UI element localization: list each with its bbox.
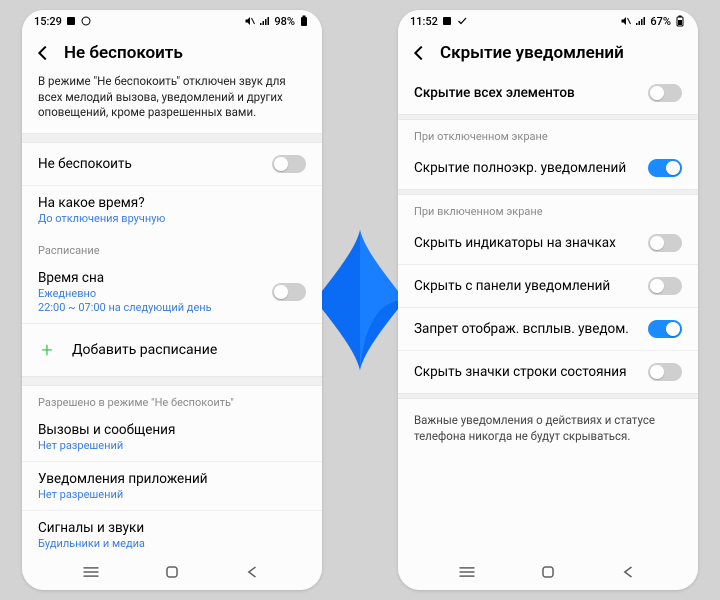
toggle-hide-all[interactable]	[648, 84, 682, 102]
clock: 11:52	[410, 15, 438, 28]
page-title: Не беспокоить	[64, 43, 183, 63]
battery-text: 98%	[274, 15, 295, 28]
row-dnd[interactable]: Не беспокоить	[22, 143, 322, 185]
section-allowed: Разрешено в режиме "Не беспокоить"	[22, 386, 322, 413]
battery-icon	[298, 15, 310, 27]
row-sub: Ежедневно	[38, 287, 272, 300]
nav-bar	[22, 556, 322, 590]
back-icon[interactable]	[408, 42, 430, 64]
page-title: Скрытие уведомлений	[440, 43, 624, 63]
row-title: Сигналы и звуки	[38, 520, 306, 536]
row-title: Скрытие полноэкр. уведомлений	[414, 160, 648, 176]
row-title: Скрыть индикаторы на значках	[414, 235, 648, 251]
nav-home[interactable]	[538, 564, 558, 580]
mute-icon	[244, 15, 256, 27]
app-icon	[441, 15, 453, 27]
toggle-popup[interactable]	[648, 320, 682, 338]
row-panel[interactable]: Скрыть с панели уведомлений	[398, 265, 698, 307]
row-title: Не беспокоить	[38, 156, 272, 172]
row-title: Время сна	[38, 270, 272, 286]
toggle-indicators[interactable]	[648, 234, 682, 252]
row-popup[interactable]: Запрет отображ. всплыв. уведом.	[398, 308, 698, 350]
battery-icon	[674, 15, 686, 27]
row-apps[interactable]: Уведомления приложений Нет разрешений	[22, 462, 322, 510]
mute-icon	[620, 15, 632, 27]
row-title: Вызовы и сообщения	[38, 422, 306, 438]
battery-text: 67%	[650, 15, 671, 28]
footer-note: Важные уведомления о действиях и статусе…	[398, 399, 698, 458]
nav-back[interactable]	[619, 564, 639, 580]
nav-bar	[398, 556, 698, 590]
toggle-panel[interactable]	[648, 277, 682, 295]
row-title: Скрыть с панели уведомлений	[414, 278, 648, 294]
row-title: Уведомления приложений	[38, 471, 306, 487]
row-hide-all[interactable]: Скрытие всех элементов	[398, 72, 698, 114]
row-sub: Нет разрешений	[38, 439, 306, 452]
nav-home[interactable]	[162, 564, 182, 580]
toggle-status-icons[interactable]	[648, 363, 682, 381]
content-area: В режиме "Не беспокоить" отключен звук д…	[22, 72, 322, 556]
row-title: Скрытие всех элементов	[414, 85, 648, 101]
row-title: Запрет отображ. всплыв. уведом.	[414, 321, 648, 337]
row-sub: До отключения вручную	[38, 212, 306, 225]
section-schedule: Расписание	[22, 234, 322, 261]
status-bar: 15:29 98%	[22, 10, 322, 32]
check-icon	[456, 15, 468, 27]
sync-icon	[80, 15, 92, 27]
nav-back[interactable]	[243, 564, 263, 580]
row-sub2: 22:00 ~ 07:00 на следующий день	[38, 301, 272, 314]
row-sub: Будильники и медиа	[38, 537, 306, 550]
row-sleep[interactable]: Время сна Ежедневно 22:00 ~ 07:00 на сле…	[22, 261, 322, 323]
row-calls[interactable]: Вызовы и сообщения Нет разрешений	[22, 413, 322, 461]
phone-left: 15:29 98% Не беспокоить В режиме "Не бес…	[22, 10, 322, 590]
row-indicators[interactable]: Скрыть индикаторы на значках	[398, 222, 698, 264]
signal-icon	[259, 15, 271, 27]
row-signals[interactable]: Сигналы и звуки Будильники и медиа	[22, 511, 322, 556]
section-screen-off: При отключенном экране	[398, 120, 698, 147]
toggle-fullscreen[interactable]	[648, 159, 682, 177]
clock: 15:29	[34, 15, 62, 28]
toggle-dnd[interactable]	[272, 155, 306, 173]
row-status-icons[interactable]: Скрыть значки строки состояния	[398, 351, 698, 393]
nav-recents[interactable]	[81, 564, 101, 580]
nav-recents[interactable]	[457, 564, 477, 580]
row-title: На какое время?	[38, 195, 306, 211]
signal-icon	[635, 15, 647, 27]
page-header: Скрытие уведомлений	[398, 32, 698, 72]
page-description: В режиме "Не беспокоить" отключен звук д…	[22, 72, 322, 133]
row-title: Скрыть значки строки состояния	[414, 364, 648, 380]
row-until[interactable]: На какое время? До отключения вручную	[22, 186, 322, 234]
add-label: Добавить расписание	[72, 342, 217, 358]
back-icon[interactable]	[32, 42, 54, 64]
row-fullscreen[interactable]: Скрытие полноэкр. уведомлений	[398, 147, 698, 189]
app-icon	[65, 15, 77, 27]
row-add-schedule[interactable]: + Добавить расписание	[22, 324, 322, 376]
plus-icon: +	[38, 338, 56, 362]
phone-right: 11:52 67% Скрытие уведомлений Скрытие вс…	[398, 10, 698, 590]
row-sub: Нет разрешений	[38, 488, 306, 501]
section-screen-on: При включенном экране	[398, 195, 698, 222]
content-area: Скрытие всех элементов При отключенном э…	[398, 72, 698, 556]
toggle-sleep[interactable]	[272, 283, 306, 301]
page-header: Не беспокоить	[22, 32, 322, 72]
separator-shape	[313, 225, 408, 375]
status-bar: 11:52 67%	[398, 10, 698, 32]
